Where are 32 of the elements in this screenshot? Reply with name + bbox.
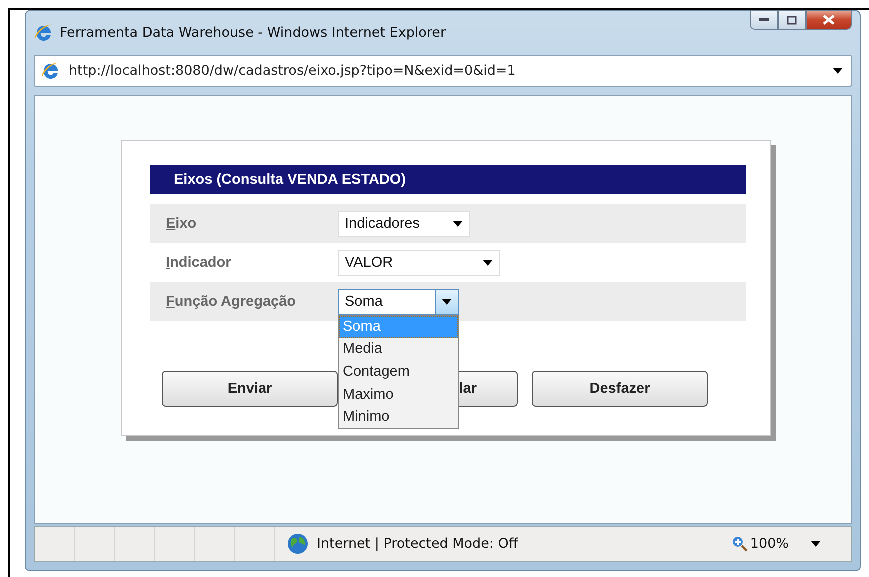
select-field[interactable]: VALOR (338, 250, 500, 276)
close-button[interactable] (806, 10, 852, 30)
globe-icon (287, 533, 309, 555)
window-title: Ferramenta Data Warehouse - Windows Internet Explorer (60, 25, 448, 41)
close-icon (823, 15, 835, 25)
address-bar[interactable]: http://localhost:8080/dw/cadastros/eixo.jsp?tipo=N&exid=0&id=1 (34, 55, 852, 87)
minimize-button[interactable] (750, 10, 778, 30)
zoom-icon (732, 536, 748, 552)
form-button[interactable]: Desfazer (532, 371, 708, 407)
dropdown-option[interactable]: Minimo (339, 406, 458, 428)
select-field[interactable]: Indicadores (338, 210, 470, 236)
page-icon (41, 61, 61, 81)
field-label: Função Agregação (166, 294, 297, 310)
caret-icon (442, 298, 452, 304)
dropdown-option[interactable]: Media (339, 338, 458, 361)
browser-logo-icon (34, 23, 54, 43)
caret-icon (811, 541, 821, 547)
maximize-icon (787, 16, 797, 24)
caret-icon (833, 68, 843, 74)
maximize-button[interactable] (778, 10, 806, 30)
zoom-level[interactable]: 100% (750, 536, 789, 552)
caret-icon (453, 220, 463, 226)
field-label: Indicador (166, 254, 232, 270)
caret-icon (483, 260, 493, 266)
dropdown-option[interactable]: Maximo (339, 383, 458, 406)
address-text: http://localhost:8080/dw/cadastros/eixo.jsp?tipo=N&exid=0&id=1 (69, 63, 517, 79)
field-label: Eixo (166, 216, 198, 232)
form-button[interactable]: Enviar (162, 371, 338, 407)
minimize-icon (759, 18, 769, 22)
security-zone: Internet | Protected Mode: Off (317, 536, 518, 552)
dropdown-option[interactable]: Contagem (339, 360, 458, 384)
form-header: Eixos (Consulta VENDA ESTADO) (150, 165, 746, 194)
